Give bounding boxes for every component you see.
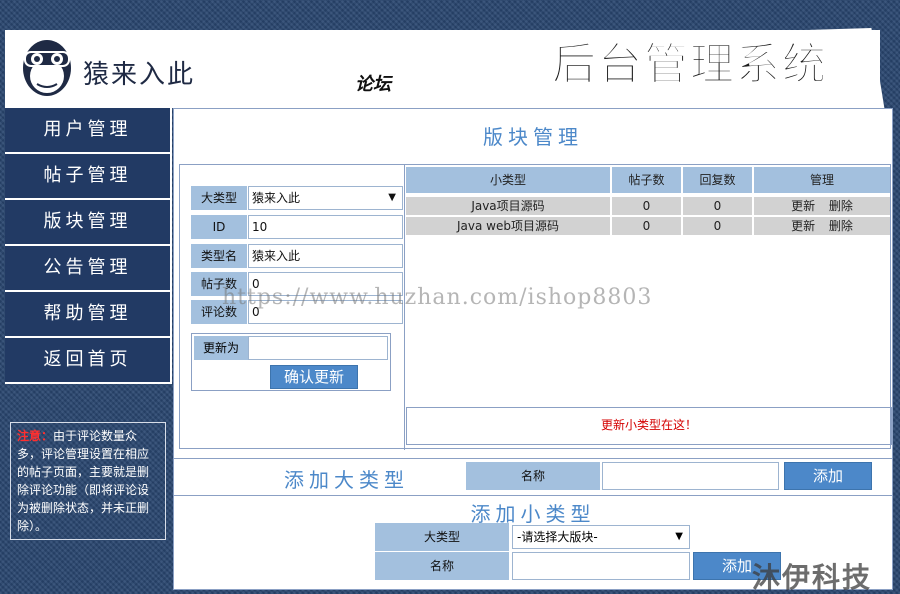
table-row: Java web项目源码 0 0 更新 删除: [406, 217, 892, 235]
table-row: Java项目源码 0 0 更新 删除: [406, 197, 892, 215]
comment-count-field[interactable]: 0: [248, 300, 403, 324]
type-name-label: 类型名: [191, 244, 247, 268]
sidebar-item-announcements[interactable]: 公告管理: [5, 246, 172, 292]
add-subtype-category-placeholder: -请选择大版块-: [517, 530, 598, 544]
system-title: 后台管理系统: [552, 39, 828, 91]
id-label: ID: [191, 215, 247, 239]
row-subtype: Java web项目源码: [406, 217, 610, 235]
id-field[interactable]: 10: [248, 215, 403, 239]
category-label: 大类型: [191, 186, 247, 210]
monkey-logo-icon: [23, 40, 71, 96]
dropdown-arrow-icon: ▼: [388, 192, 396, 203]
row-delete-link[interactable]: 删除: [829, 199, 853, 213]
header-replies: 回复数: [683, 167, 752, 193]
comment-count-label: 评论数: [191, 300, 247, 324]
sidebar-item-posts[interactable]: 帖子管理: [5, 154, 172, 200]
corner-brand-watermark: 沐伊科技: [752, 561, 873, 594]
add-subtype-name-input[interactable]: [512, 552, 690, 580]
add-subtype-category-select[interactable]: -请选择大版块- ▼: [512, 525, 690, 549]
row-actions: 更新 删除: [754, 197, 890, 215]
row-subtype: Java项目源码: [406, 197, 610, 215]
category-select[interactable]: 猿来入此 ▼: [248, 186, 403, 210]
divider: [174, 458, 892, 459]
edit-section: 大类型 猿来入此 ▼ ID 10 类型名 猿来入此 帖子数 0 评论数 0 更新…: [179, 164, 892, 450]
update-input[interactable]: [248, 336, 388, 360]
notice-prefix: 注意：: [17, 429, 54, 443]
sidebar: 用户管理 帖子管理 版块管理 公告管理 帮助管理 返回首页 注意：由于评论数量众…: [5, 108, 172, 594]
post-count-field[interactable]: 0: [248, 272, 403, 296]
row-posts: 0: [612, 197, 681, 215]
update-label: 更新为: [194, 336, 248, 360]
header-posts: 帖子数: [612, 167, 681, 193]
update-subtype-message: 更新小类型在这！: [406, 407, 892, 445]
post-count-label: 帖子数: [191, 272, 247, 296]
sidebar-item-help[interactable]: 帮助管理: [5, 292, 172, 338]
sidebar-item-boards[interactable]: 版块管理: [5, 200, 172, 246]
dropdown-arrow-icon: ▼: [675, 531, 683, 542]
row-actions: 更新 删除: [754, 217, 890, 235]
forum-label: 论坛: [355, 74, 391, 95]
confirm-update-button[interactable]: 确认更新: [270, 365, 358, 389]
header-manage: 管理: [754, 167, 890, 193]
subtype-table: 小类型 帖子数 回复数 管理 Java项目源码 0 0 更新 删除 Java w…: [406, 165, 892, 450]
row-update-link[interactable]: 更新: [791, 219, 815, 233]
table-header: 小类型 帖子数 回复数 管理: [406, 167, 892, 193]
update-box: 更新为 确认更新: [191, 333, 391, 391]
type-name-field[interactable]: 猿来入此: [248, 244, 403, 268]
sidebar-item-home[interactable]: 返回首页: [5, 338, 172, 384]
row-replies: 0: [683, 197, 752, 215]
divider: [174, 495, 892, 496]
notice-box: 注意：由于评论数量众多，评论管理设置在相应的帖子页面，主要就是删除评论功能（即将…: [10, 422, 166, 540]
add-category-name-label: 名称: [466, 462, 600, 490]
header-subtype: 小类型: [406, 167, 610, 193]
main-panel: 版块管理 大类型 猿来入此 ▼ ID 10 类型名 猿来入此 帖子数 0 评论数…: [173, 108, 893, 590]
row-update-link[interactable]: 更新: [791, 199, 815, 213]
add-category-title: 添加大类型: [284, 468, 409, 492]
notice-text: 由于评论数量众多，评论管理设置在相应的帖子页面，主要就是删除评论功能（即将评论设…: [17, 429, 150, 533]
add-category-button[interactable]: 添加: [784, 462, 872, 490]
edit-form: 大类型 猿来入此 ▼ ID 10 类型名 猿来入此 帖子数 0 评论数 0 更新…: [180, 165, 405, 450]
add-subtype-title: 添加小类型: [470, 502, 596, 526]
logo-text: 猿来入此: [83, 60, 196, 90]
sidebar-item-users[interactable]: 用户管理: [5, 108, 172, 154]
category-select-value: 猿来入此: [252, 191, 301, 205]
row-posts: 0: [612, 217, 681, 235]
add-subtype-name-label: 名称: [375, 552, 509, 580]
page-title: 版块管理: [483, 125, 583, 149]
add-category-name-input[interactable]: [602, 462, 779, 490]
row-delete-link[interactable]: 删除: [829, 219, 853, 233]
add-subtype-category-label: 大类型: [375, 523, 509, 551]
row-replies: 0: [683, 217, 752, 235]
